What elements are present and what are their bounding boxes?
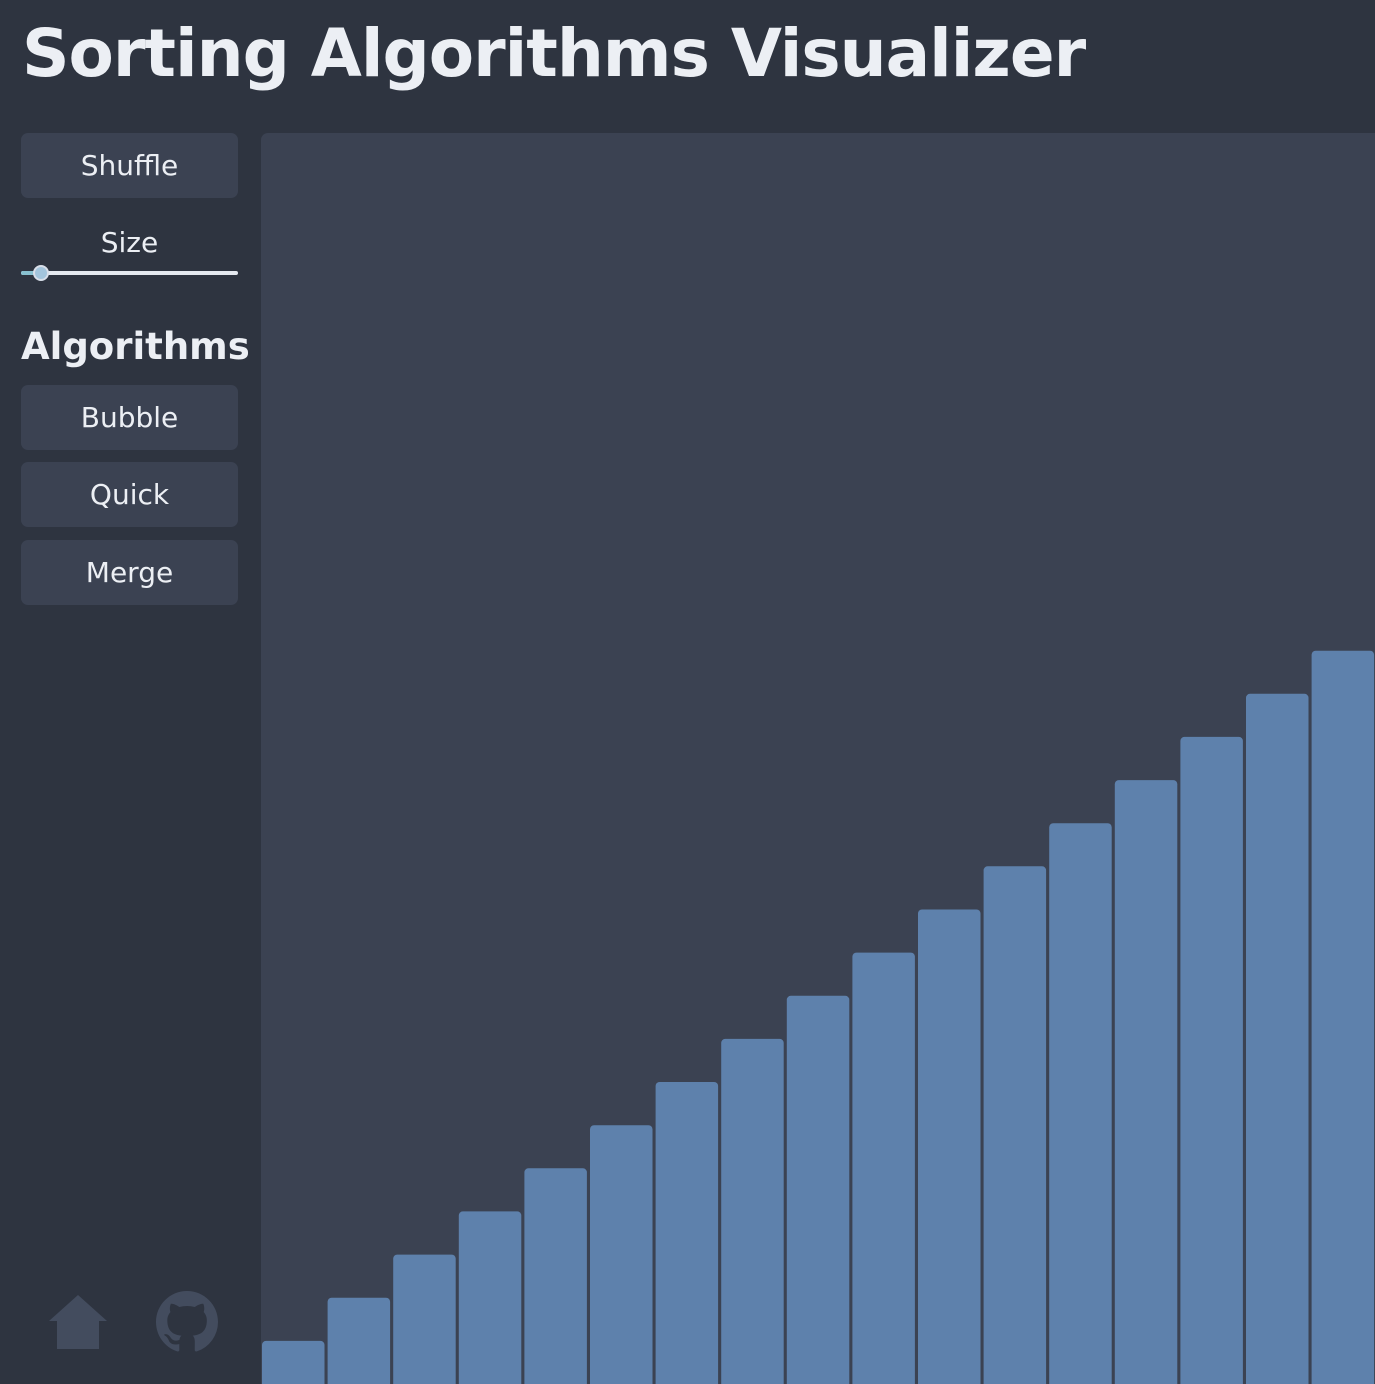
bar-11	[918, 909, 981, 1384]
bar-6	[590, 1125, 653, 1384]
bar-5	[524, 1168, 587, 1384]
bar-3	[393, 1254, 456, 1384]
bars-svg	[262, 650, 1375, 1384]
sidebar: Shuffle Size Algorithms Bubble Quick Mer…	[21, 133, 250, 1384]
bar-17	[1311, 650, 1375, 1384]
bar-10	[852, 952, 915, 1384]
bar-14	[1114, 780, 1178, 1384]
bar-9	[786, 995, 850, 1384]
size-label: Size	[100, 226, 159, 259]
shuffle-button[interactable]: Shuffle	[21, 133, 238, 198]
bar-7	[655, 1082, 719, 1384]
bar-1	[262, 1340, 325, 1384]
size-slider[interactable]	[21, 263, 238, 283]
algorithms-heading: Algorithms	[21, 325, 250, 368]
bar-4	[458, 1211, 522, 1384]
bar-2	[327, 1297, 391, 1384]
home-icon[interactable]	[47, 1293, 109, 1351]
footer-links	[21, 1291, 238, 1353]
bars-canvas	[261, 133, 1375, 1384]
page-title: Sorting Algorithms Visualizer	[22, 15, 1086, 92]
size-slider-track	[21, 271, 238, 275]
bar-15	[1180, 736, 1243, 1384]
bar-13	[1049, 823, 1112, 1384]
github-icon[interactable]	[156, 1291, 218, 1353]
quick-sort-button[interactable]: Quick	[21, 462, 238, 527]
bar-12	[983, 866, 1047, 1384]
app-root: Sorting Algorithms Visualizer Shuffle Si…	[0, 0, 1375, 1384]
size-slider-thumb[interactable]	[33, 265, 49, 281]
bar-16	[1246, 693, 1309, 1384]
bar-8	[721, 1038, 784, 1384]
merge-sort-button[interactable]: Merge	[21, 540, 238, 605]
bubble-sort-button[interactable]: Bubble	[21, 385, 238, 450]
